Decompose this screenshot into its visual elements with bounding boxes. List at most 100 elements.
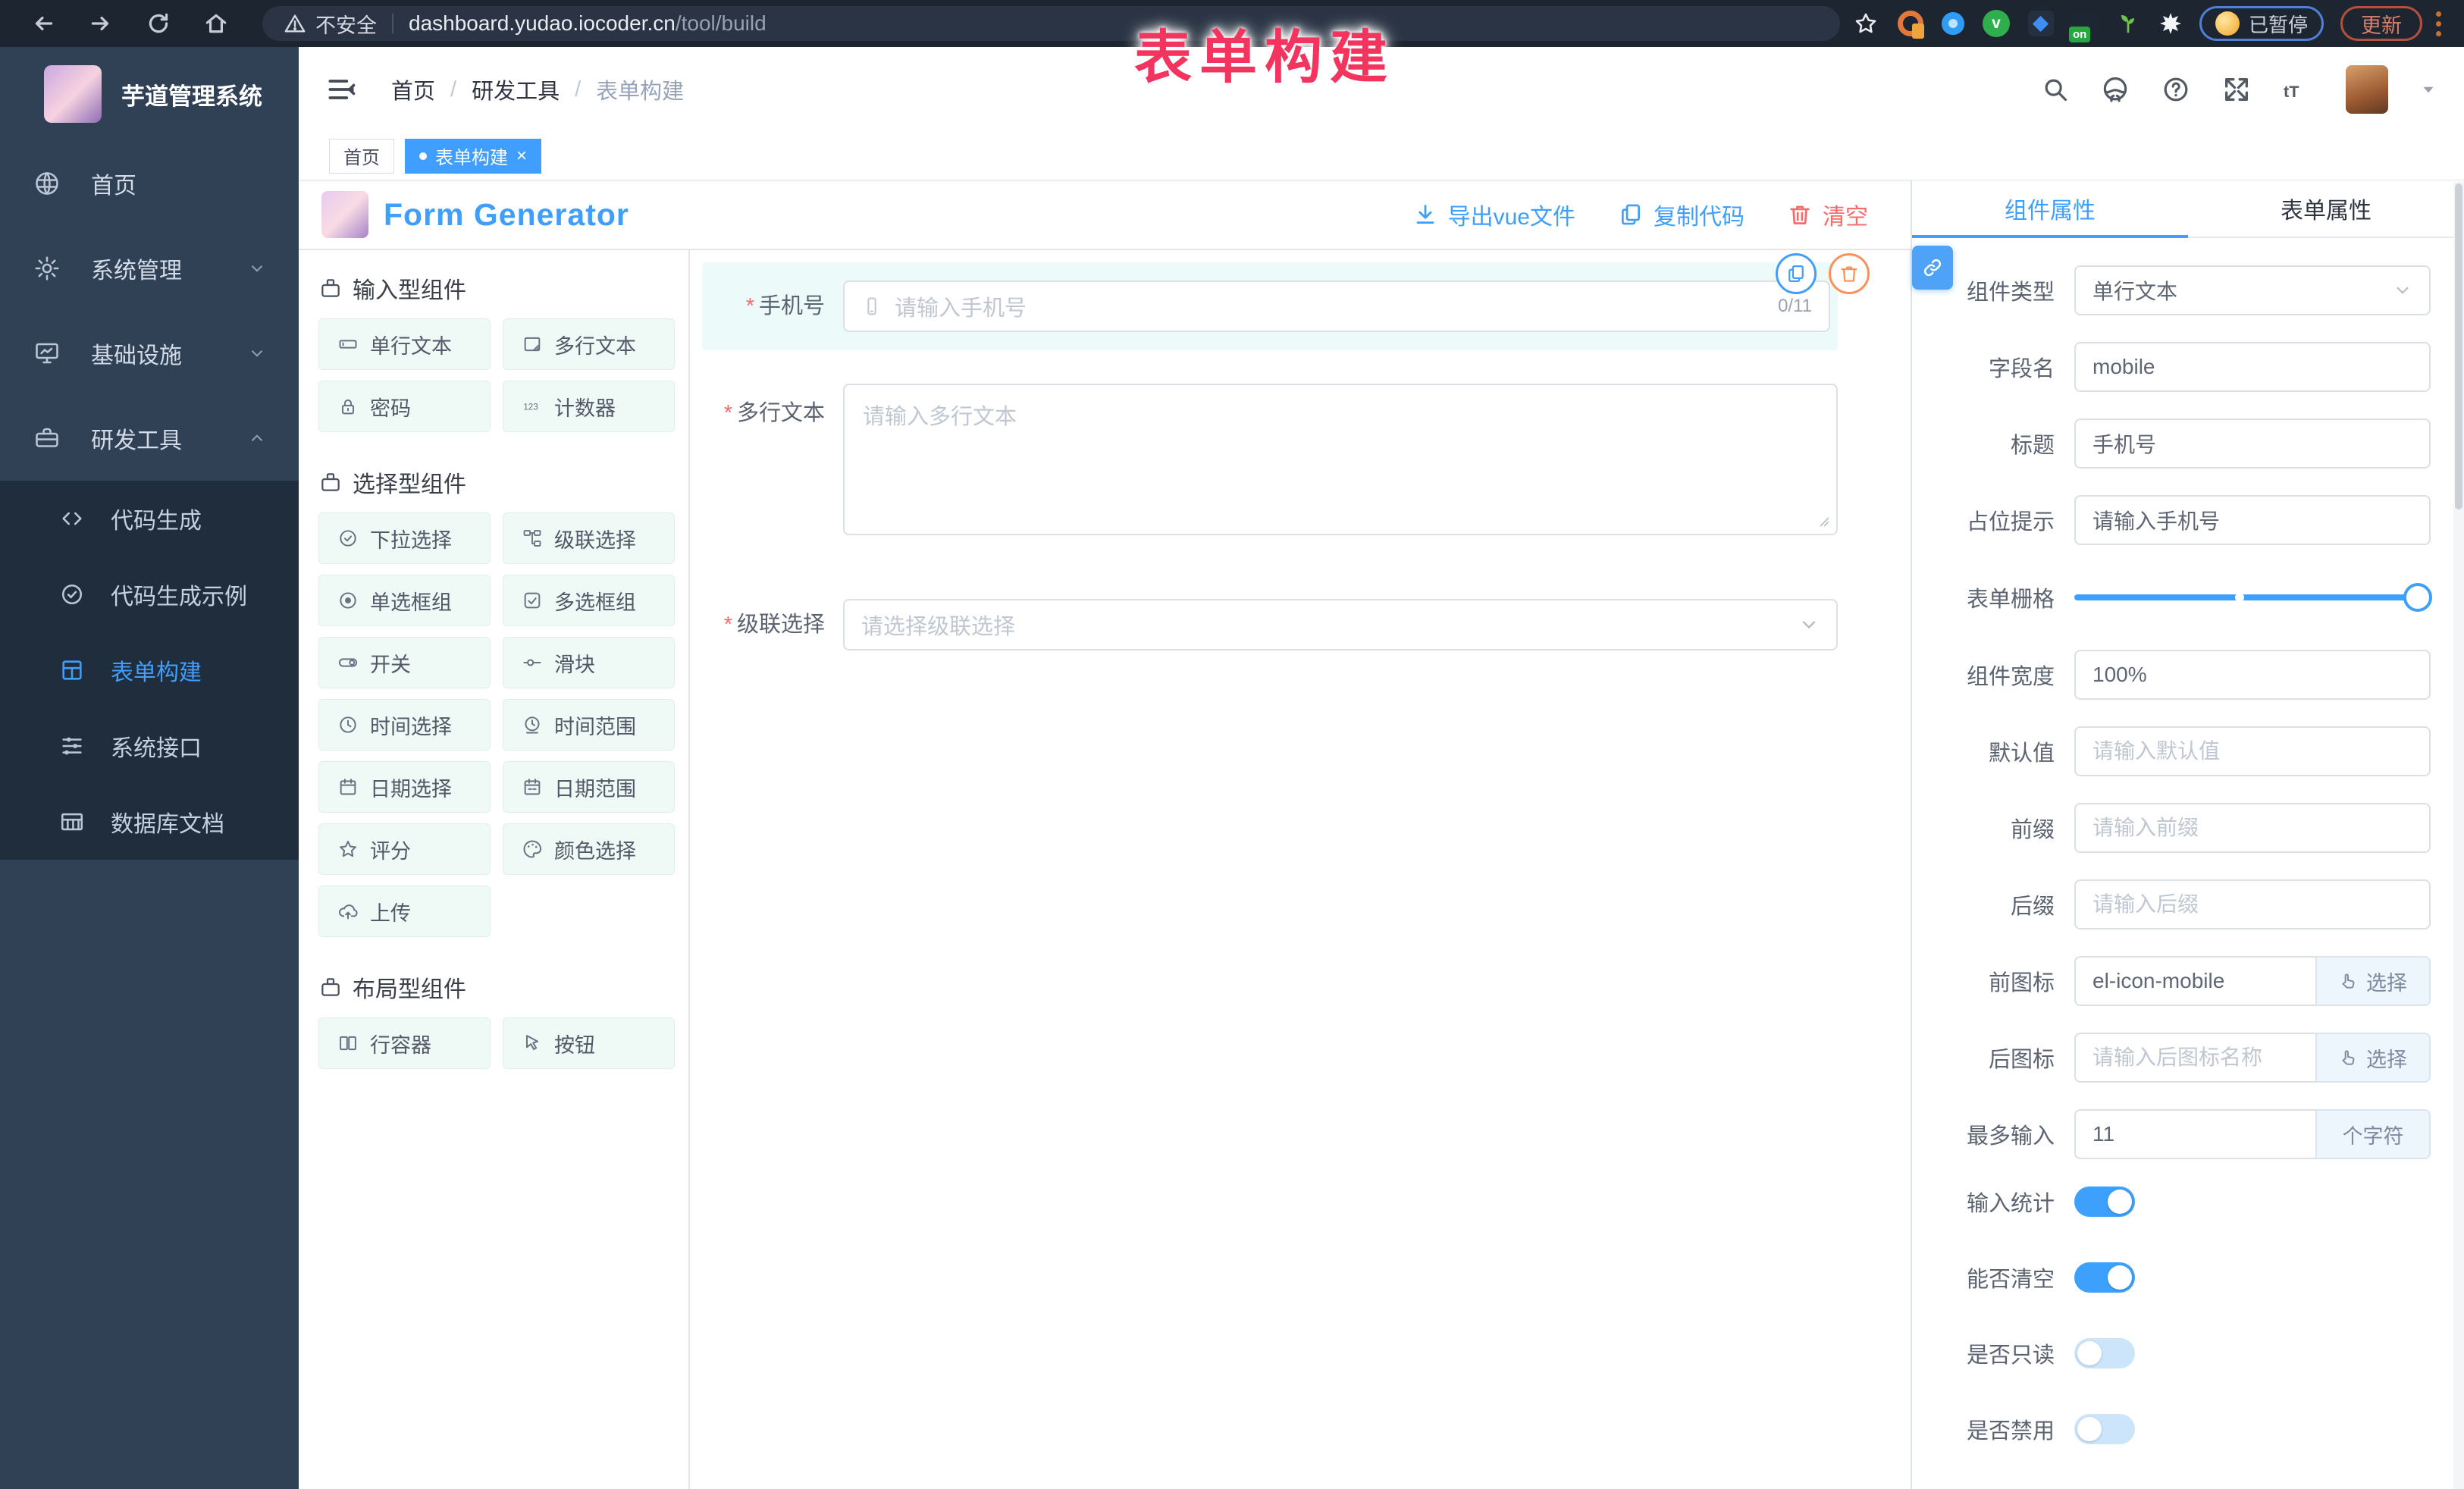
sidebar-item-system[interactable]: 系统管理	[0, 226, 299, 311]
link-button[interactable]	[1912, 246, 1953, 290]
breadcrumb-devtools[interactable]: 研发工具	[472, 74, 560, 105]
tag-home[interactable]: 首页	[329, 139, 394, 174]
component-item-rate[interactable]: 评分	[318, 823, 491, 875]
prefix-input[interactable]	[2074, 803, 2431, 853]
multiline-textarea[interactable]: 请输入多行文本	[843, 384, 1838, 535]
reload-icon[interactable]	[146, 11, 171, 36]
placeholder-input[interactable]	[2074, 495, 2431, 545]
sidebar-item-devtools[interactable]: 研发工具	[0, 396, 299, 481]
search-icon[interactable]	[2041, 75, 2070, 104]
delete-component-button[interactable]	[1829, 253, 1870, 294]
home-icon[interactable]	[203, 11, 229, 36]
component-item-password[interactable]: 密码	[318, 381, 491, 432]
tab-component-props[interactable]: 组件属性	[1912, 180, 2188, 237]
browser-menu-icon[interactable]	[2436, 11, 2441, 36]
suffix-icon-input[interactable]	[2074, 1033, 2315, 1083]
help-icon[interactable]	[2161, 74, 2191, 105]
canvas-field-cascader[interactable]: *级联选择 请选择级联选择	[702, 599, 1838, 650]
app-logo-row[interactable]: 芋道管理系统	[0, 47, 299, 141]
fullscreen-icon[interactable]	[2221, 74, 2252, 105]
component-item-date-range[interactable]: 日期范围	[503, 761, 675, 813]
forward-icon[interactable]	[88, 11, 114, 36]
collapse-menu-icon[interactable]	[324, 73, 358, 106]
disabled-switch[interactable]	[2074, 1414, 2135, 1444]
extension-icon[interactable]	[2116, 11, 2140, 36]
sidebar-item-db-doc[interactable]: 数据库文档	[0, 784, 299, 860]
extension-icon[interactable]	[1898, 11, 1923, 36]
slider-handle[interactable]	[2403, 583, 2432, 612]
paused-extension-button[interactable]: 已暂停	[2199, 6, 2324, 41]
back-icon[interactable]	[30, 11, 56, 36]
component-item-upload[interactable]: 上传	[318, 886, 491, 937]
component-item-time-range[interactable]: 时间范围	[503, 699, 675, 751]
suffix-input[interactable]	[2074, 879, 2431, 929]
bookmark-star-icon[interactable]	[1854, 11, 1878, 36]
readonly-switch[interactable]	[2074, 1338, 2135, 1368]
component-item-color-picker[interactable]: 颜色选择	[503, 823, 675, 875]
breadcrumb-home[interactable]: 首页	[391, 74, 435, 105]
title-input[interactable]	[2074, 418, 2431, 469]
component-item-date-picker[interactable]: 日期选择	[318, 761, 491, 813]
field-name-input[interactable]	[2074, 342, 2431, 392]
font-size-icon[interactable]: tT	[2282, 74, 2315, 105]
sliders-icon	[59, 733, 88, 759]
sidebar-item-form-builder[interactable]: 表单构建	[0, 632, 299, 708]
component-item-select[interactable]: 下拉选择	[318, 513, 491, 564]
active-dot-icon	[419, 152, 427, 160]
prefix-icon-select-button[interactable]: 选择	[2315, 956, 2431, 1006]
sidebar-item-infra[interactable]: 基础设施	[0, 311, 299, 396]
suffix-icon-select-button[interactable]: 选择	[2315, 1033, 2431, 1083]
extension-icon[interactable]	[2158, 11, 2183, 36]
resize-handle-icon[interactable]	[1815, 513, 1830, 528]
phone-input[interactable]: 请输入手机号 0/11	[843, 281, 1830, 332]
canvas-field-phone[interactable]: *手机号 请输入手机号 0/11	[702, 262, 1838, 350]
prop-label: 后缀	[1941, 889, 2074, 920]
component-item-checkbox-group[interactable]: 多选框组	[503, 575, 675, 626]
user-avatar[interactable]	[2346, 65, 2388, 114]
scrollbar[interactable]	[2453, 182, 2464, 1489]
default-value-input[interactable]	[2074, 726, 2431, 776]
github-icon[interactable]	[2100, 74, 2130, 105]
component-item-textarea[interactable]: 多行文本	[503, 318, 675, 370]
sidebar-item-home[interactable]: 首页	[0, 141, 299, 226]
prefix-icon-input[interactable]	[2074, 956, 2315, 1006]
component-item-time-picker[interactable]: 时间选择	[318, 699, 491, 751]
copy-code-button[interactable]: 复制代码	[1618, 198, 1745, 231]
component-item-cascader[interactable]: 级联选择	[503, 513, 675, 564]
form-canvas[interactable]: *手机号 请输入手机号 0/11 *多行文本	[690, 250, 1911, 1489]
extension-icon[interactable]	[1942, 12, 1964, 35]
tab-form-props[interactable]: 表单属性	[2188, 180, 2464, 237]
component-item-switch[interactable]: 开关	[318, 637, 491, 688]
update-button[interactable]: 更新	[2340, 6, 2422, 41]
extension-icon[interactable]: v	[1983, 10, 2010, 37]
close-icon[interactable]: ×	[516, 147, 527, 165]
component-item-slider[interactable]: 滑块	[503, 637, 675, 688]
component-item-radio-group[interactable]: 单选框组	[318, 575, 491, 626]
clearable-switch[interactable]	[2074, 1262, 2135, 1293]
not-secure-warning[interactable]: 不安全	[284, 9, 377, 39]
component-item-button[interactable]: 按钮	[503, 1017, 675, 1069]
width-input[interactable]	[2074, 650, 2431, 700]
sidebar-item-code-gen[interactable]: 代码生成	[0, 481, 299, 556]
component-type-select[interactable]: 单行文本	[2074, 265, 2431, 315]
cascader-select[interactable]: 请选择级联选择	[843, 599, 1838, 650]
scrollbar-thumb[interactable]	[2455, 183, 2462, 509]
extension-icon[interactable]	[2028, 11, 2054, 36]
duplicate-component-button[interactable]	[1776, 253, 1817, 294]
form-grid-slider[interactable]	[2074, 594, 2426, 600]
extension-icon[interactable]: on	[2072, 11, 2098, 36]
sidebar-item-system-api[interactable]: 系统接口	[0, 708, 299, 784]
input-stats-switch[interactable]	[2074, 1186, 2135, 1217]
component-item-counter[interactable]: 123计数器	[503, 381, 675, 432]
component-item-row-container[interactable]: 行容器	[318, 1017, 491, 1069]
chevron-down-icon[interactable]	[2419, 80, 2438, 99]
address-bar[interactable]: 不安全 dashboard.yudao.iocoder.cn /tool/bui…	[262, 6, 1840, 41]
clear-button[interactable]: 清空	[1787, 198, 1868, 231]
tag-form-builder[interactable]: 表单构建 ×	[405, 139, 541, 174]
gear-icon	[33, 255, 65, 282]
max-input-input[interactable]	[2074, 1109, 2315, 1159]
sidebar-item-code-gen-demo[interactable]: 代码生成示例	[0, 556, 299, 632]
export-vue-button[interactable]: 导出vue文件	[1412, 198, 1575, 231]
component-item-single-text[interactable]: 单行文本	[318, 318, 491, 370]
canvas-field-textarea[interactable]: *多行文本 请输入多行文本	[702, 384, 1838, 535]
